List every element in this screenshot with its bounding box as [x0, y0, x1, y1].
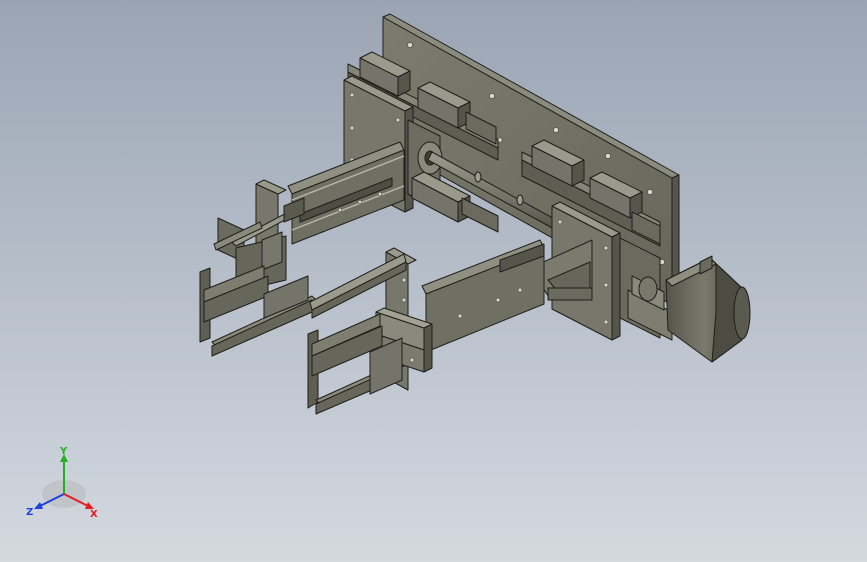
x-axis-label: X [90, 509, 98, 520]
z-axis-label: Z [26, 507, 33, 518]
upper-gripper [199, 179, 317, 357]
graphics-viewport[interactable]: Y X Z [0, 0, 867, 562]
lower-gripper [307, 247, 433, 415]
orientation-triad: Y X Z [26, 446, 98, 520]
lower-arm [421, 239, 545, 353]
y-axis-label: Y [59, 446, 68, 457]
cad-assembly-model[interactable] [0, 0, 867, 562]
